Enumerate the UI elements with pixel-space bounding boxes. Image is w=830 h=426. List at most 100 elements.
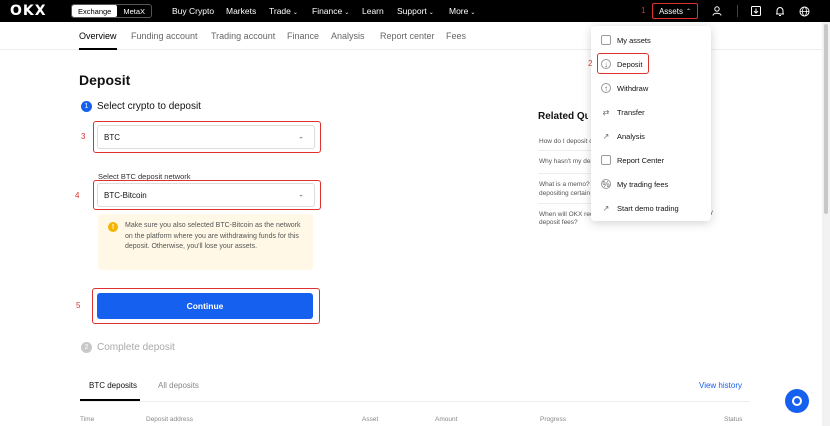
- tab-fees[interactable]: Fees: [446, 31, 466, 41]
- exchange-mode-button[interactable]: Exchange: [72, 5, 118, 17]
- user-icon[interactable]: [710, 4, 724, 18]
- menu-item-my-trading-fees[interactable]: % My trading fees: [601, 176, 668, 192]
- annotation-2: 2: [588, 59, 593, 68]
- related-questions-title: Related Qu: [538, 111, 588, 122]
- related-question-1[interactable]: How do I deposit c: [539, 137, 592, 146]
- nav-markets[interactable]: Markets: [226, 6, 256, 16]
- chevron-down-icon: ⌄: [344, 10, 350, 16]
- menu-item-analysis[interactable]: ↗ Analysis: [601, 128, 645, 144]
- report-icon: [601, 155, 611, 165]
- fees-icon: %: [601, 179, 611, 189]
- download-icon[interactable]: [749, 4, 763, 18]
- tab-finance[interactable]: Finance: [287, 31, 319, 41]
- continue-button[interactable]: Continue: [97, 293, 313, 319]
- active-tab-indicator: [79, 48, 117, 50]
- nav-trade[interactable]: Trade ⌄: [269, 6, 298, 16]
- tab-funding-account[interactable]: Funding account: [131, 31, 198, 41]
- col-asset: Asset: [362, 416, 379, 423]
- page-scrollbar[interactable]: [822, 22, 830, 426]
- nav-buy-crypto[interactable]: Buy Crypto: [172, 6, 214, 16]
- chevron-down-icon: ⌄: [470, 10, 476, 16]
- tab-all-deposits[interactable]: All deposits: [158, 381, 199, 390]
- divider: [737, 5, 738, 17]
- chat-icon: [792, 396, 802, 406]
- network-select[interactable]: BTC-Bitcoin ⌄: [97, 183, 315, 207]
- analysis-icon: ↗: [602, 131, 610, 141]
- menu-item-withdraw[interactable]: ↑ Withdraw: [601, 80, 648, 96]
- assets-label: Assets: [658, 6, 683, 16]
- col-progress: Progress: [540, 416, 567, 423]
- tab-trading-account[interactable]: Trading account: [211, 31, 275, 41]
- warning-text: Make sure you also selected BTC-Bitcoin …: [125, 222, 301, 250]
- menu-item-label: Report Center: [617, 155, 665, 165]
- crypto-select[interactable]: BTC ⌄: [97, 125, 315, 149]
- divider: [538, 150, 598, 151]
- tab-overview[interactable]: Overview: [79, 31, 117, 41]
- nav-support-label: Support: [397, 6, 427, 16]
- annotation-4: 4: [75, 191, 80, 200]
- warning-icon: !: [108, 222, 118, 232]
- support-chat-button[interactable]: [785, 389, 809, 413]
- nav-learn[interactable]: Learn: [362, 6, 384, 16]
- tab-analysis[interactable]: Analysis: [331, 31, 365, 41]
- related-question-4-cont[interactable]: deposit fees?: [539, 219, 578, 226]
- withdraw-icon: ↑: [601, 83, 611, 93]
- annotation-box-deposit: [597, 53, 649, 74]
- globe-icon[interactable]: [797, 4, 811, 18]
- related-question-3-cont[interactable]: depositing certain: [539, 189, 590, 198]
- nav-finance-label: Finance: [312, 6, 343, 16]
- related-question-4[interactable]: When will OKX rec: [539, 210, 593, 219]
- menu-item-label: My trading fees: [617, 179, 669, 189]
- transfer-icon: ⇄: [602, 107, 610, 117]
- demo-icon: ↗: [602, 203, 610, 213]
- step-2-label: Complete deposit: [97, 342, 175, 353]
- related-question-2[interactable]: Why hasn't my depo: [539, 157, 598, 166]
- metax-mode-button[interactable]: MetaX: [117, 5, 151, 17]
- menu-item-label: Start demo trading: [617, 203, 679, 213]
- network-warning-box: ! Make sure you also selected BTC-Bitcoi…: [98, 214, 313, 270]
- menu-item-label: Analysis: [617, 131, 645, 141]
- chevron-down-icon: ⌄: [298, 191, 304, 199]
- chevron-down-icon: ⌄: [428, 10, 434, 16]
- annotation-5: 5: [76, 301, 81, 310]
- divider: [538, 203, 598, 204]
- chevron-down-icon: ⌄: [292, 10, 298, 16]
- page-title: Deposit: [79, 72, 131, 88]
- col-deposit-address: Deposit address: [146, 416, 193, 423]
- annotation-1: 1: [641, 6, 646, 15]
- network-select-value: BTC-Bitcoin: [104, 190, 147, 200]
- okx-logo[interactable]: OKX: [10, 3, 47, 19]
- menu-item-label: Transfer: [617, 107, 645, 117]
- step-2-badge: 2: [81, 342, 92, 353]
- nav-more-label: More: [449, 6, 469, 16]
- step-1-badge: 1: [81, 101, 92, 112]
- annotation-3: 3: [81, 132, 86, 141]
- assets-menu-button[interactable]: Assets ⌃: [652, 3, 698, 19]
- nav-trade-label: Trade: [269, 6, 291, 16]
- chevron-down-icon: ⌄: [298, 133, 304, 141]
- nav-more[interactable]: More ⌄: [449, 6, 475, 16]
- divider: [538, 173, 598, 174]
- menu-item-my-assets[interactable]: My assets: [601, 32, 651, 48]
- crypto-select-value: BTC: [104, 132, 120, 142]
- wallet-icon: [601, 35, 611, 45]
- col-time: Time: [80, 416, 95, 423]
- bell-icon[interactable]: [773, 4, 787, 18]
- menu-item-transfer[interactable]: ⇄ Transfer: [601, 104, 645, 120]
- scrollbar-thumb[interactable]: [824, 24, 828, 214]
- view-history-link[interactable]: View history: [699, 381, 742, 390]
- nav-support[interactable]: Support ⌄: [397, 6, 434, 16]
- col-amount: Amount: [435, 416, 458, 423]
- nav-finance[interactable]: Finance ⌄: [312, 6, 349, 16]
- menu-item-report-center[interactable]: Report Center: [601, 152, 664, 168]
- top-navigation-bar: OKX Exchange MetaX Buy Crypto Markets Tr…: [0, 0, 830, 22]
- chevron-up-icon: ⌃: [685, 8, 692, 15]
- tab-btc-deposits[interactable]: BTC deposits: [89, 381, 137, 390]
- menu-item-label: My assets: [617, 35, 651, 45]
- mode-switch: Exchange MetaX: [71, 4, 153, 18]
- col-status: Status: [724, 416, 743, 423]
- step-1-label: Select crypto to deposit: [97, 101, 201, 112]
- related-question-3[interactable]: What is a memo?: [539, 180, 590, 189]
- menu-item-start-demo-trading[interactable]: ↗ Start demo trading: [601, 200, 679, 216]
- tab-report-center[interactable]: Report center: [380, 31, 435, 41]
